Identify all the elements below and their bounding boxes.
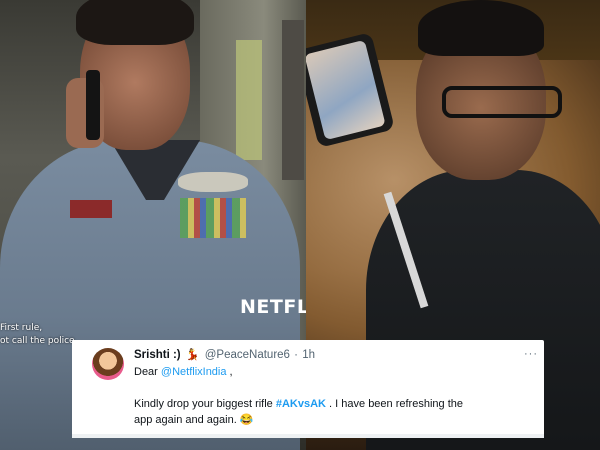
tweet-timestamp[interactable]: 1h: [302, 349, 315, 361]
tweet-header: Srishti :) 💃 @PeaceNature6 · 1h: [134, 348, 315, 361]
phone-icon: [306, 32, 395, 148]
user-handle[interactable]: @PeaceNature6: [205, 349, 290, 361]
meme-composite: NETFLIX First rule, ot call the police. …: [0, 0, 600, 450]
hashtag-link[interactable]: #AKvsAK: [276, 398, 326, 410]
display-name[interactable]: Srishti :): [134, 349, 181, 361]
tweet-body-line-1: Kindly drop your biggest rifle #AKvsAK .…: [134, 398, 463, 410]
wings-badge: [178, 172, 248, 192]
doorframe: [282, 20, 304, 180]
tweet-greeting: Dear @NetflixIndia ,: [134, 366, 233, 378]
tweet-card[interactable]: Srishti :) 💃 @PeaceNature6 · 1h ··· Dear…: [72, 340, 544, 438]
netflix-watermark: NETFLIX: [240, 296, 306, 318]
dancer-emoji-icon: 💃: [185, 349, 200, 361]
glasses: [442, 86, 562, 118]
more-options-icon[interactable]: ···: [524, 348, 538, 360]
man-hair: [418, 0, 544, 56]
medal-ribbons: [180, 198, 246, 238]
mention-link[interactable]: @NetflixIndia: [161, 366, 227, 378]
avatar[interactable]: [92, 348, 124, 380]
officer-hair: [76, 0, 194, 45]
greeting-prefix: Dear: [134, 366, 161, 378]
tweet-divider: [72, 434, 544, 438]
tweet-body-line-2: app again and again. 😂: [134, 413, 254, 426]
body-text-3: app again and again.: [134, 414, 240, 426]
subtitle-line-1: First rule,: [0, 323, 43, 333]
separator-dot: ·: [294, 349, 298, 361]
laughing-emoji-icon: 😂: [239, 414, 254, 426]
wall-poster: [236, 40, 262, 160]
phone-icon: [86, 70, 100, 140]
greeting-suffix: ,: [226, 366, 233, 378]
body-text-1: Kindly drop your biggest rifle: [134, 398, 276, 410]
phone-screen-photo: [306, 39, 386, 141]
subtitle-line-2: ot call the police.: [0, 336, 78, 346]
name-badge: [70, 200, 112, 218]
body-text-2: . I have been refreshing the: [326, 398, 463, 410]
